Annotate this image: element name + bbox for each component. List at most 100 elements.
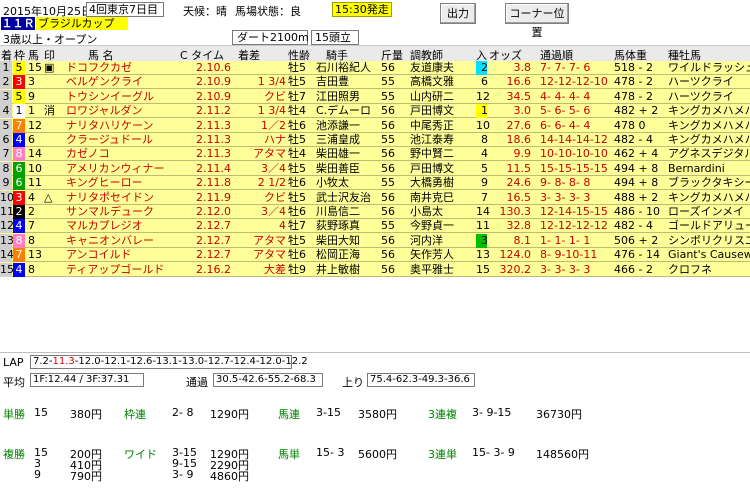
popularity: 9 <box>481 176 488 190</box>
table-row[interactable]: 15 4 8 ティアップゴールド 2.16.2 大差 牡9 井上敏樹 56 奥平雅士 15 320.2… <box>0 262 750 277</box>
jockey: 柴田善臣 <box>316 161 360 175</box>
payout-label-umaren: 馬連 <box>278 408 300 421</box>
popularity: 4 <box>481 147 488 161</box>
finish-position: 9 <box>0 176 12 191</box>
finish-time: 2.11.2 <box>196 104 231 118</box>
popularity: 10 <box>476 118 490 132</box>
horse-name: キングヒーロー <box>66 176 143 190</box>
margin: アタマ <box>253 248 286 262</box>
horse-number: 15 <box>28 61 42 74</box>
table-row[interactable]: 5 7 12 ナリタハリケーン 2.11.3 1／2 牡6 池添謙一 56 中尾秀正 10 27.6 6… <box>0 118 750 133</box>
finish-time: 2.12.7 <box>196 233 231 247</box>
payout-label-wide: ワイド <box>124 448 157 461</box>
table-row[interactable]: 8 6 10 アメリカンウィナー 2.11.4 3／4 牡5 柴田善臣 56 戸田博文 5 11.5 1… <box>0 161 750 176</box>
track-label: 馬場状態：良 <box>235 5 301 18</box>
finish-time: 2.12.7 <box>196 219 231 233</box>
popularity: 8 <box>481 133 488 146</box>
horse-number: 4 <box>28 190 35 204</box>
horse-name: キャニオンバレー <box>66 233 154 247</box>
finish-time: 2.11.3 <box>196 133 231 146</box>
margin: 2 1/2 <box>257 176 286 190</box>
table-row[interactable]: 3 5 9 トウシンイーグル 2.10.9 クビ 牡7 江田照男 55 山内研二 12 34.5 4- … <box>0 89 750 104</box>
waku-number: 2 <box>13 205 25 219</box>
margin: 1 3/4 <box>257 75 286 89</box>
results-header: 着 枠 馬 印 馬 名 C タイム 着差 性齢 騎手 斤量 調教師 入 オッズ … <box>0 45 750 62</box>
popularity: 6 <box>481 75 488 89</box>
table-row[interactable]: 4 1 1 消ロワジャルダン 2.11.2 1 3/4 牡4 C.デムーロ 56 戸田博文 1 1 3.… <box>0 104 750 119</box>
horse-name: ナリタハリケーン <box>66 118 154 132</box>
body-weight: 478 0 <box>614 118 646 132</box>
margin: クビ <box>264 89 286 103</box>
finish-position: 6 <box>0 133 12 147</box>
table-row[interactable]: 12 4 7 マルカプレジオ 2.12.7 4 牡7 荻野琢真 55 今野貞一 11 32.8 12-1… <box>0 219 750 234</box>
finish-position: 5 <box>0 118 12 133</box>
table-row[interactable]: 14 7 13 アンコイルド 2.12.7 アタマ 牡6 松岡正海 56 矢作芳人 13 124.0 8… <box>0 248 750 263</box>
table-row[interactable]: 2 3 3 ベルゲンクライ 2.10.9 1 3/4 牡5 吉田豊 55 高橋文雅 6 16.6 12-… <box>0 75 750 90</box>
finish-position: 10 <box>0 190 14 205</box>
body-weight: 494 + 8 <box>614 161 659 175</box>
waku-number: 4 <box>13 133 25 147</box>
jockey: 吉田豊 <box>316 75 349 89</box>
average-label: 平均 <box>3 376 25 389</box>
payout-label-tansho: 単勝 <box>3 408 25 421</box>
payout-combination: 15- 3 <box>316 446 345 459</box>
race-number-badge: １１Ｒ <box>1 17 35 30</box>
sex-age: 牡4 <box>288 104 306 118</box>
horse-name: カゼノコ <box>66 147 110 161</box>
table-row[interactable]: 9 6 11 キングヒーロー 2.11.8 2 1/2 牡6 小牧太 55 大橋勇樹 9 24.6 9-… <box>0 176 750 191</box>
finish-position: 2 <box>0 75 12 90</box>
finish-position: 13 <box>0 233 14 248</box>
jockey: 松岡正海 <box>316 248 360 262</box>
popularity: 2 <box>481 61 488 74</box>
popularity: 13 <box>476 248 490 262</box>
payout-amount: 4860円 <box>210 470 249 483</box>
waku-number: 8 <box>13 147 25 162</box>
runners-field: 15頭立 <box>311 30 359 45</box>
body-weight: 506 + 2 <box>614 233 659 247</box>
sex-age: 牡5 <box>288 61 306 74</box>
table-row[interactable]: 7 8 14 カゼノコ 2.11.3 アタマ 牡4 柴田雄一 56 野中賢二 4 9.9 10-10-1… <box>0 147 750 162</box>
margin: ハナ <box>264 133 286 146</box>
sex-age: 牡6 <box>288 118 306 132</box>
body-weight: 482 - 4 <box>614 219 653 233</box>
table-row[interactable]: 10 3 4 △ ナリタポセイドン 2.11.9 クビ 牡5 武士沢友治 56 南井克巳 7 16.5 3… <box>0 190 750 205</box>
carried-weight: 55 <box>381 133 395 146</box>
popularity: 7 <box>481 190 488 204</box>
lap-fastest: 11.3 <box>52 356 75 367</box>
corner-position-button[interactable]: コーナー位置 <box>505 3 569 39</box>
trainer: 河内洋 <box>410 233 443 247</box>
body-weight: 518 - 2 <box>614 61 653 74</box>
weather-label: 天候：晴 <box>183 5 227 18</box>
average-field: 1F:12.44 / 3F:37.31 <box>30 373 144 387</box>
sex-age: 牡5 <box>288 133 306 146</box>
waku-number: 5 <box>13 61 25 75</box>
table-row[interactable]: 11 2 2 サンマルデューク 2.12.0 3／4 牡6 川島信二 56 小島太 14 130.3 1… <box>0 205 750 219</box>
output-button[interactable]: 出力 <box>440 3 476 24</box>
table-row[interactable]: 6 4 6 クラージュドール 2.11.3 ハナ 牡5 三浦皇成 55 池江泰寿 8 18.6 14-1… <box>0 133 750 147</box>
sire: シンボリクリスエス <box>668 233 750 247</box>
finish-time: 2.10.9 <box>196 75 231 89</box>
jockey: C.デムーロ <box>316 104 371 118</box>
horse-number: 9 <box>28 89 35 103</box>
payout-amount: 36730円 <box>536 408 582 421</box>
body-weight: 462 + 4 <box>614 147 659 161</box>
table-row[interactable]: 1 5 15 ▣ ドコフクカゼ 2.10.6 牡5 石川裕紀人 56 友道康夫 2 2 3.8 7- 7-… <box>0 61 750 75</box>
carried-weight: 56 <box>381 161 395 175</box>
carried-weight: 56 <box>381 205 395 218</box>
margin: 4 <box>279 219 286 233</box>
agari-field: 75.4-62.3-49.3-36.6 <box>367 373 475 387</box>
passing-order: 12-12-12-10 <box>540 75 608 89</box>
trainer: 山内研二 <box>410 89 454 103</box>
sex-age: 牡5 <box>288 161 306 175</box>
odds: 32.8 <box>506 219 532 233</box>
passing-order: 14-14-14-12 <box>540 133 608 146</box>
finish-position: 11 <box>0 205 14 219</box>
margin: 大差 <box>264 262 286 276</box>
finish-position: 7 <box>0 147 12 162</box>
body-weight: 466 - 2 <box>614 262 653 276</box>
odds: 24.6 <box>506 176 532 190</box>
finish-position: 8 <box>0 161 12 176</box>
odds: 16.6 <box>506 75 532 89</box>
table-row[interactable]: 13 8 8 キャニオンバレー 2.12.7 アタマ 牡5 柴田大知 56 河内洋 3 3 8.1 1- … <box>0 233 750 248</box>
sire: ハーツクライ <box>668 75 734 89</box>
